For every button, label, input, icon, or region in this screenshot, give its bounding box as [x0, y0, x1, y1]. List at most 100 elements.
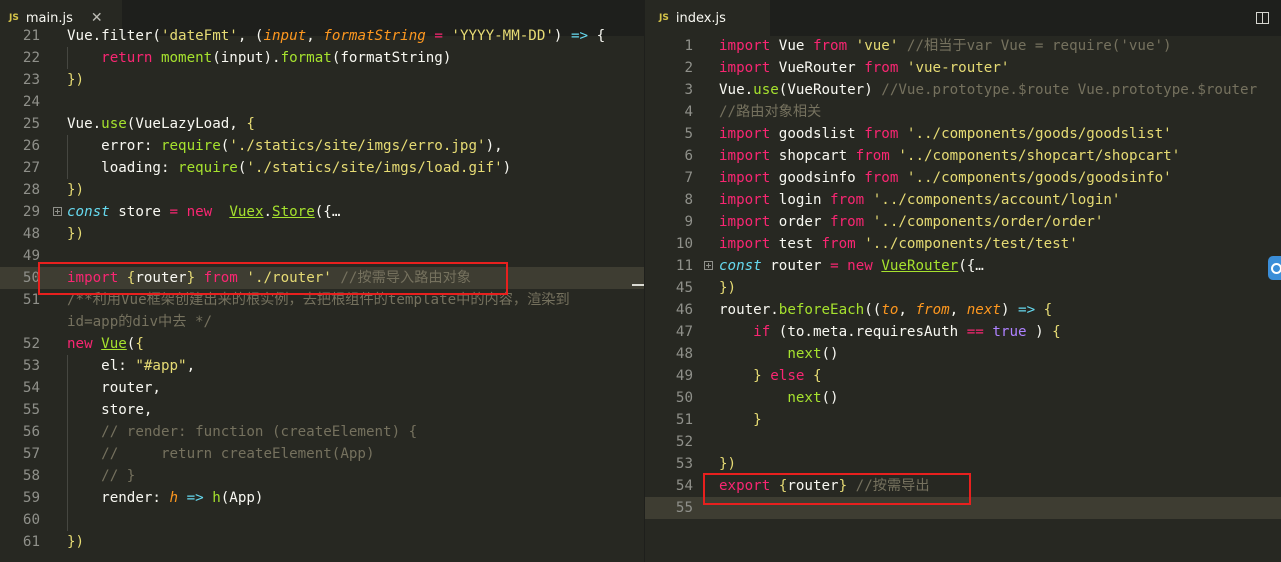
- code-line[interactable]: 52 new Vue({: [0, 333, 644, 355]
- code-token: ): [502, 160, 512, 176]
- code-text: new Vue({: [67, 333, 144, 355]
- code-line[interactable]: 57 // return createElement(App): [0, 443, 644, 465]
- split-editor-icon[interactable]: [1256, 12, 1269, 24]
- line-number: 26: [22, 138, 40, 154]
- code-line[interactable]: 52: [645, 431, 1281, 453]
- fold-toggle-icon[interactable]: [704, 261, 713, 270]
- line-number: 53: [675, 456, 693, 472]
- right-tab-bar: JS index.js: [645, 0, 1281, 36]
- code-line[interactable]: 1 import Vue from 'vue' //相当于var Vue = re…: [645, 35, 1281, 57]
- code-line[interactable]: 53}): [645, 453, 1281, 475]
- code-text: if (to.meta.requiresAuth == true ) {: [719, 321, 1061, 343]
- code-text: return moment(input).format(formatString…: [67, 47, 451, 69]
- code-line[interactable]: 61}): [0, 531, 644, 553]
- tab-label: main.js: [25, 10, 73, 26]
- code-line[interactable]: 6 import shopcart from '../components/sho…: [645, 145, 1281, 167]
- code-editor-main-js[interactable]: 21 Vue.filter('dateFmt', (input, formatSt…: [0, 28, 644, 562]
- code-line[interactable]: 47 if (to.meta.requiresAuth == true ) {: [645, 321, 1281, 343]
- line-number: 57: [22, 446, 40, 462]
- code-token: 'YYYY-MM-DD': [451, 28, 554, 44]
- code-line[interactable]: 28}): [0, 179, 644, 201]
- code-token: import: [719, 192, 771, 208]
- code-text: import Vue from 'vue' //相当于var Vue = req…: [719, 35, 1172, 57]
- code-token: {: [1052, 324, 1061, 340]
- code-line[interactable]: 9 import order from '../components/order/…: [645, 211, 1281, 233]
- code-line[interactable]: 51 }: [645, 409, 1281, 431]
- code-line[interactable]: 23}): [0, 69, 644, 91]
- code-token: 'vue': [847, 38, 899, 54]
- code-token: .: [263, 204, 273, 220]
- close-tab-icon[interactable]: ✕: [91, 10, 103, 26]
- code-token: ,: [186, 358, 196, 374]
- code-token: ),: [485, 138, 503, 154]
- code-line[interactable]: 50 next(): [645, 387, 1281, 409]
- code-token: test: [770, 236, 822, 252]
- code-line[interactable]: 54 router,: [0, 377, 644, 399]
- code-line[interactable]: 21 Vue.filter('dateFmt', (input, formatSt…: [0, 25, 644, 47]
- code-line[interactable]: 8 import login from '../components/accoun…: [645, 189, 1281, 211]
- code-text: loading: require('./statics/site/imgs/lo…: [67, 157, 511, 179]
- line-number: 2: [684, 60, 693, 76]
- scrollbar-marker[interactable]: [632, 284, 644, 286]
- code-line[interactable]: 22 return moment(input).format(formatStr…: [0, 47, 644, 69]
- code-line[interactable]: 48}): [0, 223, 644, 245]
- line-number: 49: [675, 368, 693, 384]
- code-line[interactable]: id=app的div中去 */: [0, 311, 644, 333]
- code-line[interactable]: 29 const store = new Vuex.Store({…: [0, 201, 644, 223]
- code-text: store,: [67, 399, 152, 421]
- code-line[interactable]: 60: [0, 509, 644, 531]
- code-line[interactable]: 49 } else {: [645, 365, 1281, 387]
- code-line[interactable]: 26 error: require('./statics/site/imgs/e…: [0, 135, 644, 157]
- line-number: 28: [22, 182, 40, 198]
- line-number: 4: [684, 104, 693, 120]
- code-token: router,: [67, 380, 161, 396]
- code-token: }): [67, 534, 85, 550]
- code-token: h: [203, 490, 221, 506]
- code-line[interactable]: 48 next(): [645, 343, 1281, 365]
- code-token: (App): [220, 490, 264, 506]
- code-line[interactable]: 46 router.beforeEach((to, from, next) => …: [645, 299, 1281, 321]
- code-token: "#app": [135, 358, 187, 374]
- code-line[interactable]: 10 import test from '../components/test/t…: [645, 233, 1281, 255]
- code-token: //相当于var Vue = require('vue'): [898, 38, 1172, 54]
- code-token: Vue: [101, 336, 127, 352]
- highlight-box-import-router: [38, 262, 508, 295]
- code-line[interactable]: 45}): [645, 277, 1281, 299]
- code-line[interactable]: 3 Vue.use(VueRouter) //Vue.prototype.$rou…: [645, 79, 1281, 101]
- line-number: 56: [22, 424, 40, 440]
- code-token: render:: [67, 490, 170, 506]
- code-text: id=app的div中去 */: [67, 311, 212, 333]
- tab-index-js[interactable]: JS index.js: [645, 0, 770, 36]
- fold-toggle-icon[interactable]: [53, 207, 62, 216]
- code-line[interactable]: 2 import VueRouter from 'vue-router': [645, 57, 1281, 79]
- highlight-box-export-router: [703, 473, 971, 505]
- line-number: 54: [675, 478, 693, 494]
- code-line[interactable]: 11 const router = new VueRouter({…: [645, 255, 1281, 277]
- code-token: ): [1026, 324, 1053, 340]
- code-token: ,: [306, 28, 324, 44]
- code-line[interactable]: 24: [0, 91, 644, 113]
- code-token: goodslist: [770, 126, 865, 142]
- code-token: …: [331, 204, 341, 220]
- code-token: import: [719, 148, 771, 164]
- code-line[interactable]: 59 render: h => h(App): [0, 487, 644, 509]
- code-line[interactable]: 58 // }: [0, 465, 644, 487]
- code-token: from: [812, 38, 848, 54]
- code-line[interactable]: 56 // render: function (createElement) {: [0, 421, 644, 443]
- code-line[interactable]: 53 el: "#app",: [0, 355, 644, 377]
- code-token: // }: [67, 468, 136, 484]
- side-widget-icon[interactable]: [1268, 256, 1281, 280]
- code-token: new: [67, 336, 93, 352]
- code-text: }): [719, 453, 736, 475]
- code-line[interactable]: 55 store,: [0, 399, 644, 421]
- code-line[interactable]: 27 loading: require('./statics/site/imgs…: [0, 157, 644, 179]
- code-line[interactable]: 5 import goodslist from '../components/go…: [645, 123, 1281, 145]
- code-line[interactable]: 7 import goodsinfo from '../components/go…: [645, 167, 1281, 189]
- line-number: 8: [684, 192, 693, 208]
- code-token: formatString: [323, 28, 426, 44]
- code-line[interactable]: 4 //路由对象相关: [645, 101, 1281, 123]
- code-line[interactable]: 25 Vue.use(VueLazyLoad, {: [0, 113, 644, 135]
- indent-guide: [67, 135, 68, 179]
- code-token: router.: [719, 302, 779, 318]
